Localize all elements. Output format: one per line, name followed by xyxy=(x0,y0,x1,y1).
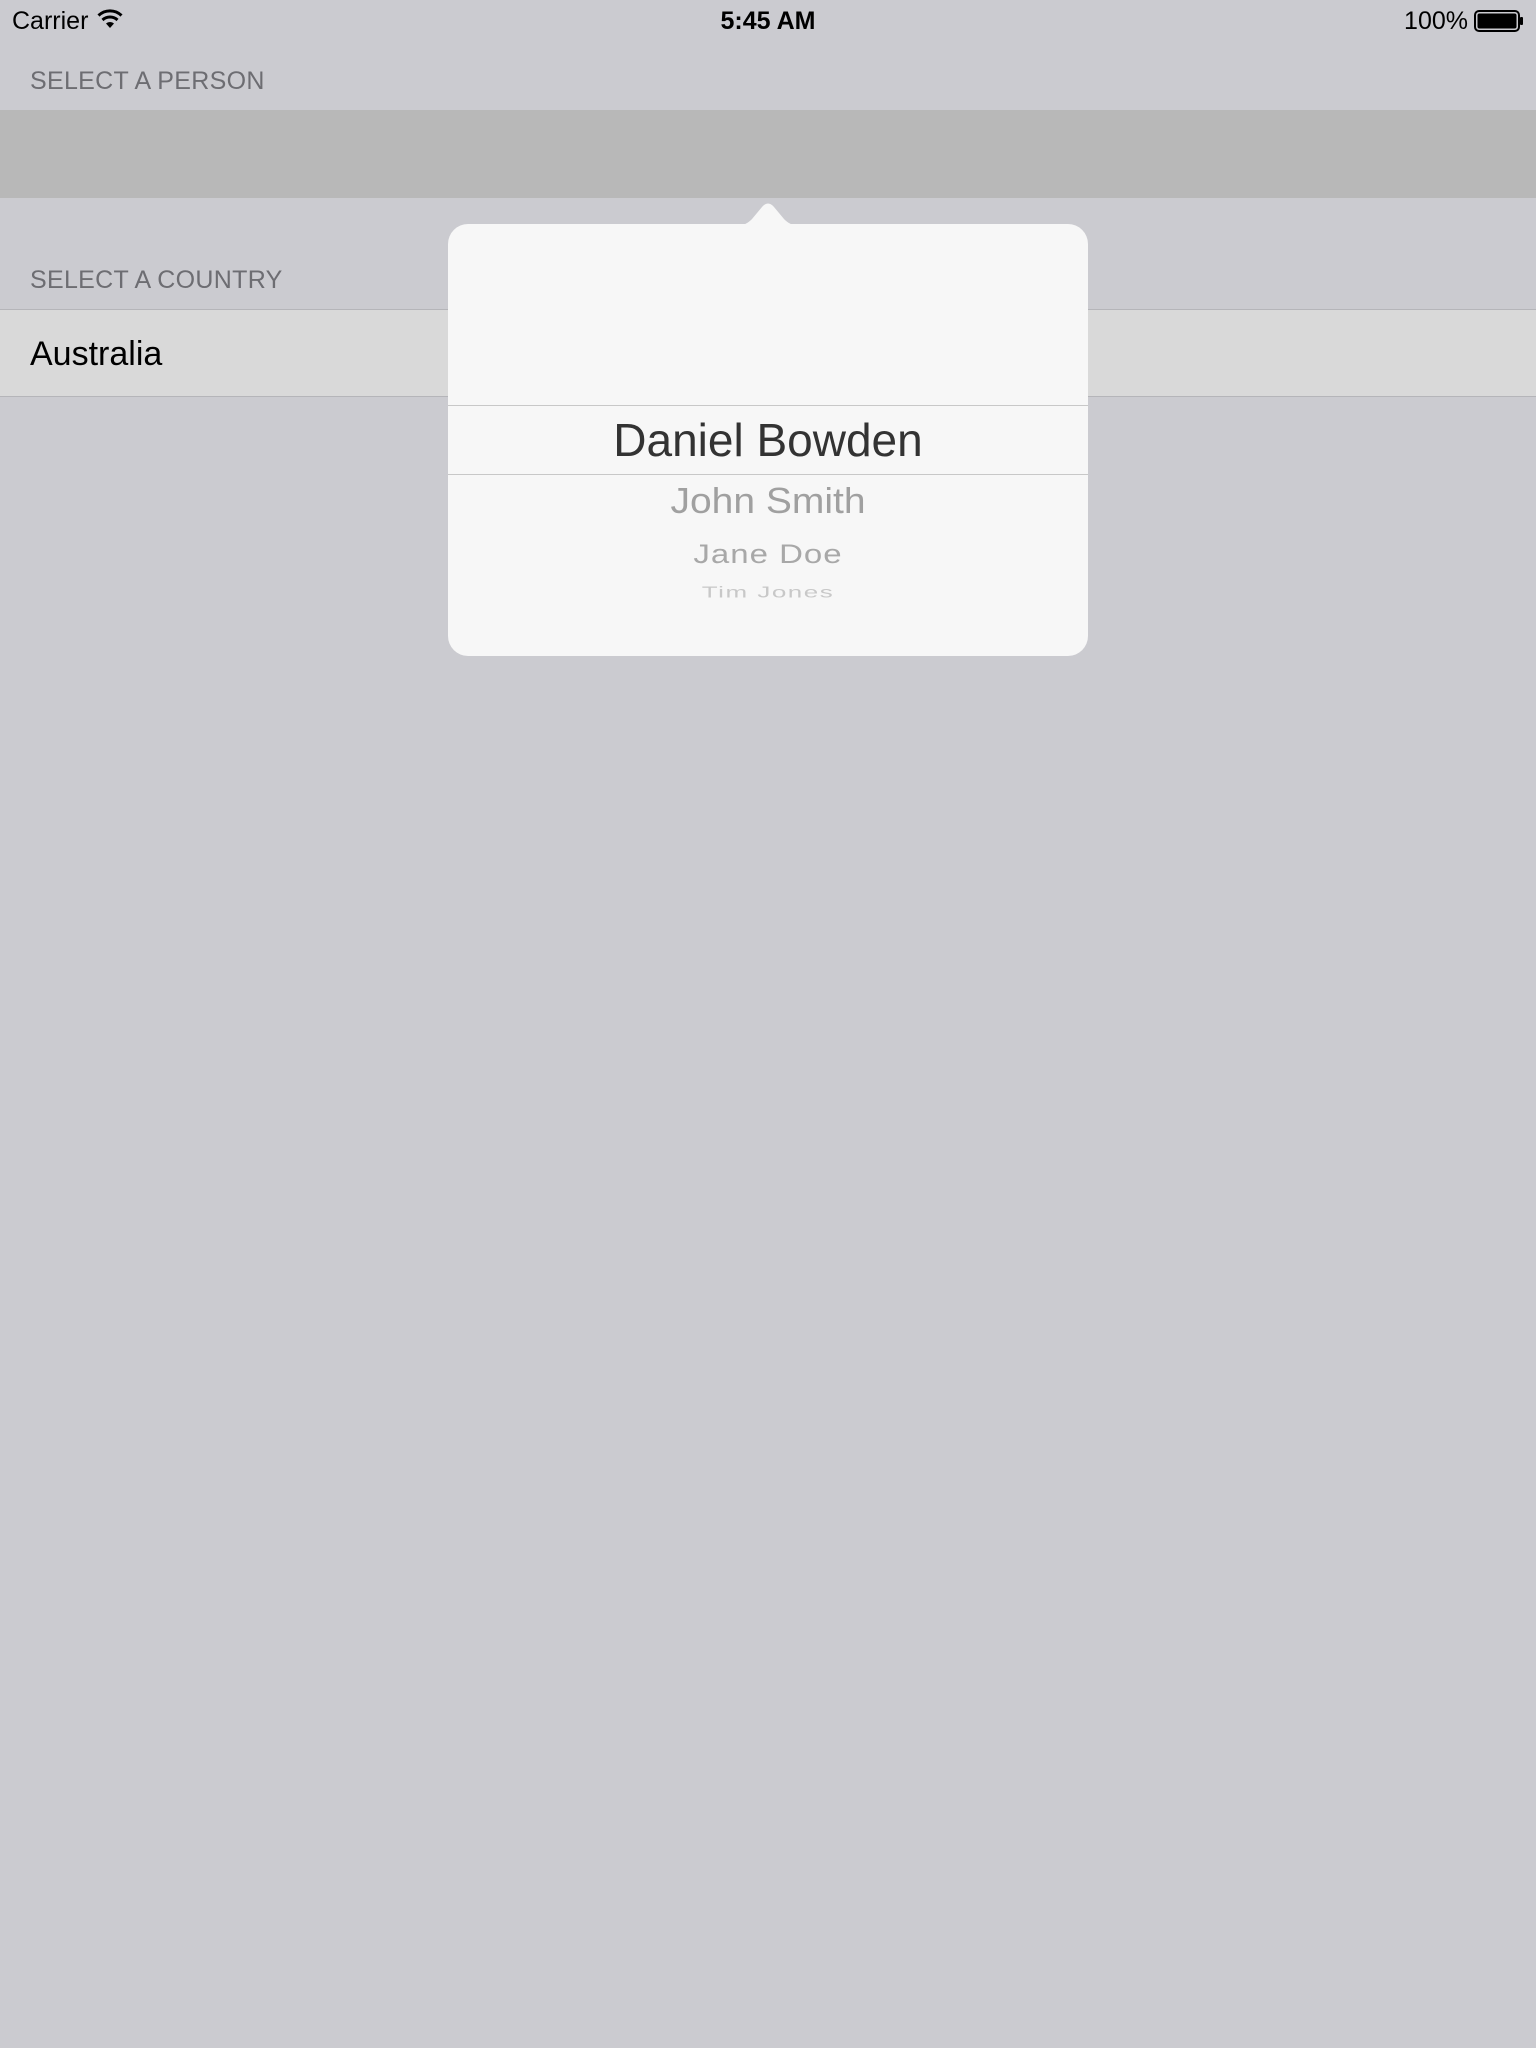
person-picker-popover: Daniel Bowden John Smith Jane Doe Tim Jo… xyxy=(448,224,1088,656)
country-value: Australia xyxy=(30,335,163,373)
person-selector-cell[interactable] xyxy=(0,110,1536,198)
popover-arrow xyxy=(728,203,808,226)
clock: 5:45 AM xyxy=(720,7,816,35)
person-section-header: SELECT A PERSON xyxy=(30,67,265,95)
picker-selection-line-top xyxy=(448,405,1088,406)
picker-row[interactable]: Tim Jones xyxy=(448,583,1088,600)
picker-row[interactable]: Jane Doe xyxy=(448,539,1088,569)
country-section-header: SELECT A COUNTRY xyxy=(30,266,283,294)
status-bar: Carrier 5:45 AM 100% xyxy=(0,0,1536,40)
picker-row[interactable]: John Smith xyxy=(448,482,1088,522)
battery-icon xyxy=(1474,10,1523,32)
picker-selection-line-bottom xyxy=(448,474,1088,475)
picker-selected-row[interactable]: Daniel Bowden xyxy=(448,414,1088,466)
battery-percentage: 100% xyxy=(1404,7,1468,35)
